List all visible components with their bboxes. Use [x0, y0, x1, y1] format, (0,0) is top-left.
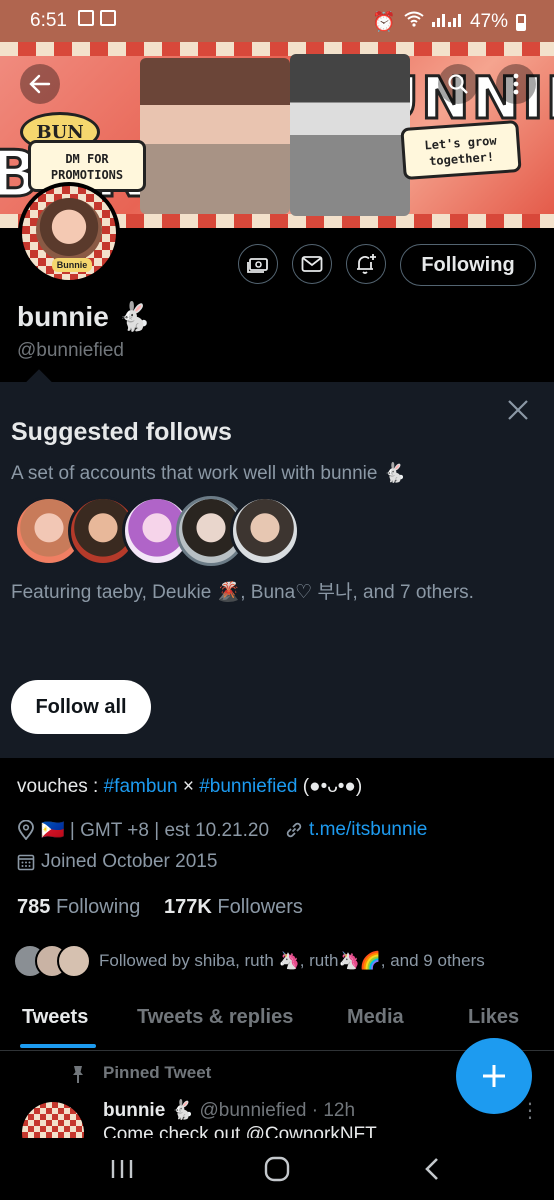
battery-percent: 47%	[469, 11, 508, 32]
suggested-follows-subtitle: A set of accounts that work well with bu…	[11, 463, 407, 484]
followed-by-text: Followed by shiba, ruth 🦄, ruth🦄🌈, and 9…	[99, 951, 485, 970]
home-button[interactable]	[257, 1152, 297, 1186]
followers-count-link[interactable]: 177K Followers	[164, 896, 303, 918]
notifications-button[interactable]	[346, 244, 386, 284]
back-nav-button[interactable]	[412, 1152, 452, 1186]
suggested-follows-card: Suggested follows A set of accounts that…	[0, 369, 554, 758]
profile-bio: vouches : #fambun × #bunniefied (●•ᴗ•●)	[17, 776, 363, 797]
hashtag-link[interactable]: #fambun	[104, 776, 178, 797]
banner-photo-right	[290, 54, 410, 216]
banner-photo-left	[140, 58, 290, 214]
suggested-featuring-text: Featuring taeby, Deukie 🌋, Buna♡ 부나, and…	[11, 582, 474, 603]
profile-tabs: Tweets Tweets & replies Media Likes	[0, 1000, 554, 1051]
profile-counts: 785 Following 177K Followers	[17, 896, 303, 919]
avatar	[57, 944, 91, 978]
message-button[interactable]	[292, 244, 332, 284]
close-icon[interactable]	[504, 396, 532, 424]
pin-icon	[68, 1064, 88, 1084]
search-button[interactable]	[438, 64, 478, 104]
tip-button[interactable]	[238, 244, 278, 284]
banner-promo-note: DM FOR PROMOTIONS	[28, 140, 146, 192]
profile-joined-row: Joined October 2015	[17, 851, 217, 873]
location-pin-icon	[18, 820, 34, 840]
profile-location-row: 🇵🇭 | GMT +8 | est 10.21.20 t.me/itsbunni…	[17, 818, 427, 842]
profile-location: 🇵🇭 | GMT +8 | est 10.21.20	[41, 820, 270, 841]
profile-avatar[interactable]: Bunnie	[18, 182, 120, 284]
follow-all-button[interactable]: Follow all	[11, 680, 151, 734]
followed-by-row[interactable]: Followed by shiba, ruth 🦄, ruth🦄🌈, and 9…	[13, 944, 485, 978]
status-bar: 6:51 ⏰ 47%	[0, 0, 554, 42]
pinned-tweet-label: Pinned Tweet	[103, 1063, 212, 1082]
plus-icon	[483, 1065, 505, 1087]
gallery-notification-icon	[78, 10, 94, 26]
tweet-text[interactable]: Come check out @CownorkNFT	[103, 1124, 377, 1138]
active-tab-indicator	[20, 1044, 96, 1048]
tab-tweets[interactable]: Tweets	[22, 1006, 88, 1029]
banner-grow-note: Let's grow together!	[400, 119, 522, 181]
chevron-left-icon	[425, 1158, 438, 1180]
back-button[interactable]	[20, 64, 60, 104]
profile-website-link[interactable]: t.me/itsbunnie	[309, 819, 427, 841]
following-button[interactable]: Following	[400, 244, 536, 286]
suggested-avatars[interactable]	[14, 496, 314, 566]
tab-likes[interactable]: Likes	[468, 1006, 519, 1029]
suggested-avatar[interactable]	[230, 496, 300, 566]
more-options-button[interactable]	[496, 64, 536, 104]
profile-display-name: bunnie 🐇	[17, 301, 152, 332]
tweet-more-icon[interactable]: ⋮	[520, 1098, 540, 1123]
profile-handle: @bunniefied	[17, 340, 124, 361]
wifi-icon	[404, 11, 424, 33]
calendar-icon	[17, 854, 35, 871]
tweet-author-name[interactable]: bunnie 🐇	[103, 1100, 194, 1121]
bell-plus-icon	[357, 254, 376, 274]
suggested-follows-title: Suggested follows	[11, 418, 232, 446]
following-count-link[interactable]: 785 Following	[17, 896, 140, 918]
profile-joined-date: Joined October 2015	[41, 851, 218, 872]
system-navigation-bar	[0, 1138, 554, 1200]
envelope-icon	[301, 256, 323, 272]
check-notification-icon	[100, 10, 116, 26]
compose-tweet-button[interactable]	[456, 1038, 532, 1114]
recent-apps-icon	[111, 1160, 133, 1178]
tab-media[interactable]: Media	[347, 1006, 404, 1029]
money-icon	[247, 258, 268, 273]
home-icon	[264, 1156, 290, 1182]
alarm-icon: ⏰	[372, 12, 396, 33]
status-time: 6:51	[30, 10, 67, 31]
avatar-tag: Bunnie	[52, 258, 92, 272]
recent-apps-button[interactable]	[102, 1152, 142, 1186]
tweet-header: bunnie 🐇 @bunniefied · 12h	[103, 1098, 355, 1122]
tweet-meta: @bunniefied · 12h	[194, 1100, 356, 1121]
hashtag-link[interactable]: #bunniefied	[199, 776, 297, 797]
battery-icon	[516, 13, 526, 31]
signal-icon	[431, 11, 462, 33]
link-icon	[286, 822, 302, 838]
tab-tweets-replies[interactable]: Tweets & replies	[137, 1006, 293, 1029]
